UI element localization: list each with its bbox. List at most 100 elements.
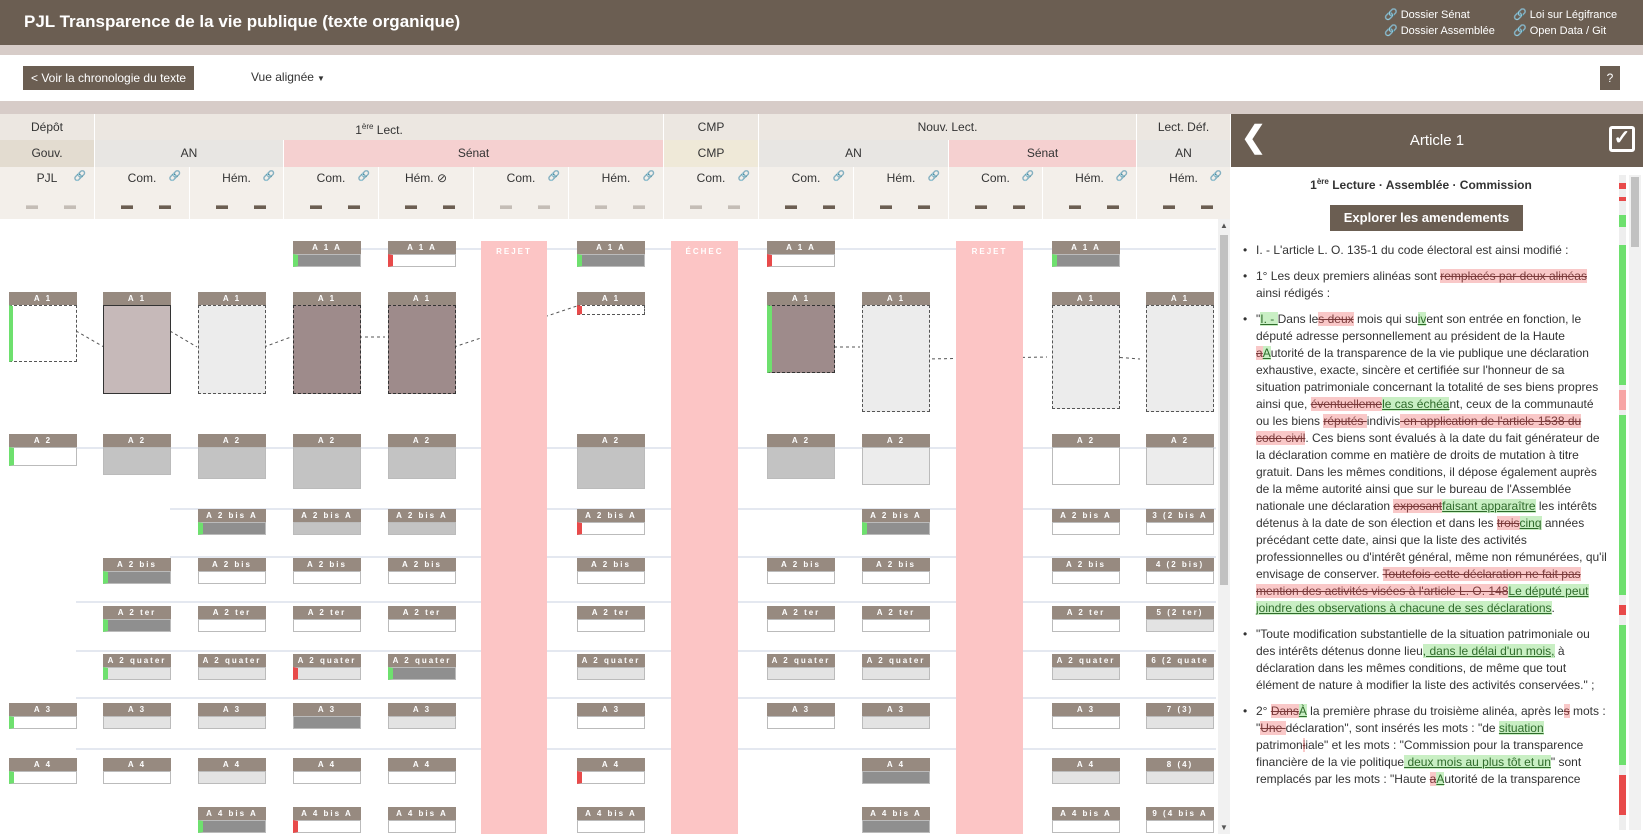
folder-comment-icons[interactable]: ▬▬ — [95, 198, 189, 212]
article-box[interactable]: A 1 — [1146, 292, 1214, 412]
article-box[interactable]: A 2 — [862, 434, 930, 485]
col-an-hem[interactable]: Hém. 🔗 ▬▬ — [190, 167, 284, 219]
link-icon[interactable]: 🔗 — [1116, 171, 1128, 182]
col-nl-senat-hem[interactable]: Hém. 🔗 ▬▬ — [1043, 167, 1137, 219]
article-box[interactable]: A 2 quater — [198, 654, 266, 680]
link-git[interactable]: / Git — [1586, 25, 1606, 37]
article-box[interactable]: A 2 bis A — [198, 509, 266, 535]
article-box[interactable]: A 2 ter — [862, 606, 930, 632]
link-open-data[interactable]: 🔗 Open Data / Git — [1513, 23, 1617, 39]
article-box[interactable]: A 1 A — [388, 241, 456, 267]
article-box[interactable]: 4 (2 bis) — [1146, 558, 1214, 584]
link-icon[interactable]: 🔗 — [833, 171, 845, 182]
article-box[interactable]: A 2 — [767, 434, 835, 479]
article-box[interactable]: A 2 — [388, 434, 456, 479]
article-box-a1-selected[interactable]: A 1 — [9, 292, 77, 362]
article-box[interactable]: A 2 bis A — [577, 509, 645, 535]
article-box[interactable]: A 4 — [862, 758, 930, 784]
article-box[interactable]: A 4 — [103, 758, 171, 784]
back-to-chronology-button[interactable]: < Voir la chronologie du texte — [23, 66, 195, 90]
explore-amendments-button[interactable]: Explorer les amendements — [1330, 205, 1523, 231]
article-box[interactable]: A 4 — [388, 758, 456, 784]
folder-comment-icons[interactable]: ▬▬ — [190, 198, 283, 212]
link-dossier-senat[interactable]: 🔗 Dossier Sénat — [1384, 7, 1495, 23]
folder-comment-icons[interactable]: ▬▬ — [1137, 198, 1230, 212]
article-box[interactable]: 6 (2 quate — [1146, 654, 1214, 680]
article-box[interactable]: A 2 bis A — [862, 509, 930, 535]
scrollbar-thumb[interactable] — [1220, 235, 1228, 585]
article-box[interactable]: A 4 bis A — [293, 807, 361, 833]
article-box[interactable]: A 2 — [293, 434, 361, 489]
article-box[interactable]: A 2 — [198, 434, 266, 479]
col-nl-an-com[interactable]: Com. 🔗 ▬▬ — [759, 167, 854, 219]
link-icon[interactable]: 🔗 — [263, 171, 275, 182]
col-nl-senat-com[interactable]: Com. 🔗 ▬▬ — [949, 167, 1043, 219]
folder-comment-icons[interactable]: ▬▬ — [1043, 198, 1136, 212]
article-box[interactable]: A 4 — [577, 758, 645, 784]
article-box[interactable]: A 1 — [198, 292, 266, 394]
article-box[interactable]: A 2 ter — [767, 606, 835, 632]
article-box[interactable]: A 2 bis A — [1052, 509, 1120, 535]
article-box[interactable]: A 1 — [103, 292, 171, 394]
article-box[interactable]: A 2 quater — [577, 654, 645, 680]
folder-comment-icons[interactable]: ▬▬ — [284, 198, 378, 212]
link-icon[interactable]: 🔗 — [1210, 171, 1222, 182]
article-box[interactable]: A 2 ter — [388, 606, 456, 632]
article-box[interactable]: A 2 bis — [577, 558, 645, 584]
article-box[interactable]: A 2 quater — [103, 654, 171, 680]
article-box[interactable]: A 2 bis — [198, 558, 266, 584]
link-icon[interactable]: 🔗 — [169, 171, 181, 182]
article-box[interactable]: A 3 — [1052, 703, 1120, 729]
article-box[interactable]: A 2 quater — [1052, 654, 1120, 680]
article-box[interactable]: A 4 — [198, 758, 266, 784]
article-box[interactable]: A 3 — [577, 703, 645, 729]
article-box[interactable]: A 1 — [767, 292, 835, 373]
article-box[interactable]: A 2 bis A — [293, 509, 361, 535]
article-box[interactable]: A 4 — [293, 758, 361, 784]
panel-scrollbar[interactable] — [1629, 175, 1641, 830]
article-box[interactable]: 9 (4 bis A — [1146, 807, 1214, 833]
article-box[interactable]: A 2 bis A — [388, 509, 456, 535]
article-box[interactable]: A 2 quater — [293, 654, 361, 680]
article-box[interactable]: 5 (2 ter) — [1146, 606, 1214, 632]
article-box[interactable]: A 4 — [1052, 758, 1120, 784]
diff-minimap[interactable] — [1619, 175, 1626, 830]
article-box[interactable]: A 1 — [577, 292, 645, 315]
view-select[interactable]: Vue alignée ▼ — [251, 70, 325, 84]
article-box[interactable]: A 2 — [577, 434, 645, 489]
article-box[interactable]: A 1 — [1052, 292, 1120, 409]
article-box[interactable]: A 3 — [198, 703, 266, 729]
article-box[interactable]: A 2 ter — [198, 606, 266, 632]
help-button[interactable]: ? — [1600, 66, 1620, 90]
article-box[interactable]: A 1 — [862, 292, 930, 412]
folder-comment-icons[interactable]: ▬▬ — [759, 198, 853, 212]
col-senat-com[interactable]: Com. 🔗 ▬▬ — [284, 167, 379, 219]
article-box[interactable]: A 2 ter — [103, 606, 171, 632]
article-box[interactable]: A 1 A — [577, 241, 645, 267]
scroll-down-icon[interactable]: ▼ — [1220, 823, 1228, 832]
article-box[interactable]: A 3 — [293, 703, 361, 729]
article-box[interactable]: A 2 — [9, 434, 77, 466]
article-box[interactable]: A 3 — [767, 703, 835, 729]
col-senat-hem[interactable]: Hém. ⊘ ▬▬ — [379, 167, 474, 219]
col-ld-an-hem[interactable]: Hém. 🔗 ▬▬ — [1137, 167, 1231, 219]
folder-comment-icons[interactable]: ▬▬ — [379, 198, 473, 212]
article-box[interactable]: 3 (2 bis A — [1146, 509, 1214, 535]
article-box[interactable]: A 3 — [9, 703, 77, 729]
col-pjl[interactable]: PJL 🔗 ▬▬ — [0, 167, 95, 219]
article-box[interactable]: A 2 bis — [103, 558, 171, 584]
article-box[interactable]: A 4 bis A — [198, 807, 266, 833]
article-box[interactable]: A 1 A — [1052, 241, 1120, 267]
article-box[interactable]: A 4 — [9, 758, 77, 784]
article-box[interactable]: A 2 — [103, 434, 171, 475]
article-box[interactable]: A 2 bis — [293, 558, 361, 584]
article-box[interactable]: A 4 bis A — [1052, 807, 1120, 833]
col-senat-hem-2[interactable]: Hém. 🔗 ▬▬ — [569, 167, 664, 219]
col-cmp-com[interactable]: Com. 🔗 ▬▬ — [664, 167, 759, 219]
article-box[interactable]: A 4 bis A — [388, 807, 456, 833]
article-box[interactable]: A 2 bis — [1052, 558, 1120, 584]
article-box[interactable]: A 4 bis A — [862, 807, 930, 833]
article-box[interactable]: A 1 — [388, 292, 456, 394]
scroll-up-icon[interactable]: ▲ — [1220, 221, 1228, 230]
folder-comment-icons[interactable]: ▬▬ — [854, 198, 948, 212]
